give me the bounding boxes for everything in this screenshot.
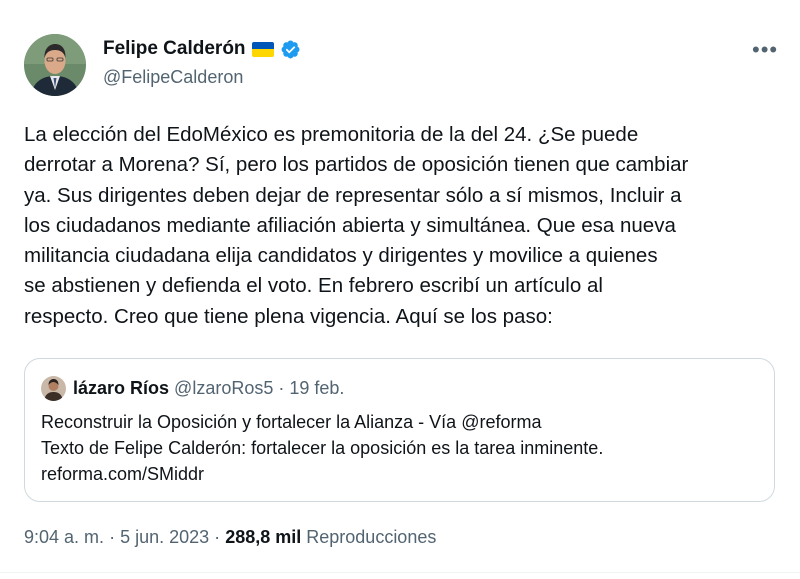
author-display-name[interactable]: Felipe Calderón: [103, 38, 246, 60]
tweet-text-line: La elección del EdoMéxico es premonitori…: [24, 123, 639, 146]
quoted-separator: ·: [278, 378, 285, 398]
tweet-time[interactable]: 9:04 a. m.: [24, 527, 104, 547]
tweet-metadata: 9:04 a. m. · 5 jun. 2023 · 288,8 mil Rep…: [24, 527, 436, 548]
view-count: 288,8 mil: [225, 527, 302, 547]
quoted-text-line: Texto de Felipe Calderón: fortalecer la …: [41, 438, 604, 458]
tweet-text-line: se abstienen y defienda el voto. En febr…: [24, 274, 603, 298]
tweet-text-line: militancia ciudadana elija candidatos y …: [24, 244, 658, 268]
views-label: Reproducciones: [306, 527, 437, 547]
quoted-text: Reconstruir la Oposición y fortalecer la…: [41, 409, 603, 487]
tweet-card: Felipe Calderón @FelipeCalderon ••• La e…: [0, 0, 800, 579]
ukraine-flag-icon: [251, 41, 274, 57]
tweet-text-line: respecto. Creo que tiene plena vigencia.…: [24, 304, 553, 328]
author-avatar[interactable]: [24, 34, 86, 96]
quoted-author-name[interactable]: lázaro Ríos: [73, 378, 169, 398]
quoted-avatar-image: [41, 376, 66, 401]
tweet-text: La elección del EdoMéxico es premonitori…: [24, 120, 784, 332]
quoted-date[interactable]: 19 feb.: [289, 378, 344, 398]
tweet-text-line: los ciudadanos mediante afiliación abier…: [24, 213, 676, 237]
meta-separator: ·: [109, 527, 116, 547]
divider: [0, 572, 800, 573]
quoted-author-avatar[interactable]: [41, 376, 66, 401]
author-name-row: Felipe Calderón: [103, 38, 301, 60]
tweet-text-line: derrotar a Morena? Sí, pero los partidos…: [24, 153, 689, 177]
quoted-header: lázaro Ríos @lzaroRos5 · 19 feb.: [73, 378, 344, 399]
quoted-tweet[interactable]: lázaro Ríos @lzaroRos5 · 19 feb. Reconst…: [24, 358, 775, 502]
more-options-icon[interactable]: •••: [752, 39, 778, 61]
author-avatar-image: [24, 34, 86, 96]
quoted-link[interactable]: reforma.com/SMiddr: [41, 461, 603, 487]
verified-badge-icon[interactable]: [280, 39, 301, 60]
tweet-date[interactable]: 5 jun. 2023: [120, 527, 209, 547]
quoted-text-line: Reconstruir la Oposición y fortalecer la…: [41, 412, 542, 432]
author-handle[interactable]: @FelipeCalderon: [103, 67, 243, 88]
meta-separator: ·: [214, 527, 221, 547]
quoted-author-handle[interactable]: @lzaroRos5: [174, 378, 273, 398]
tweet-text-line: ya. Sus dirigentes deben dejar de repres…: [24, 183, 682, 207]
